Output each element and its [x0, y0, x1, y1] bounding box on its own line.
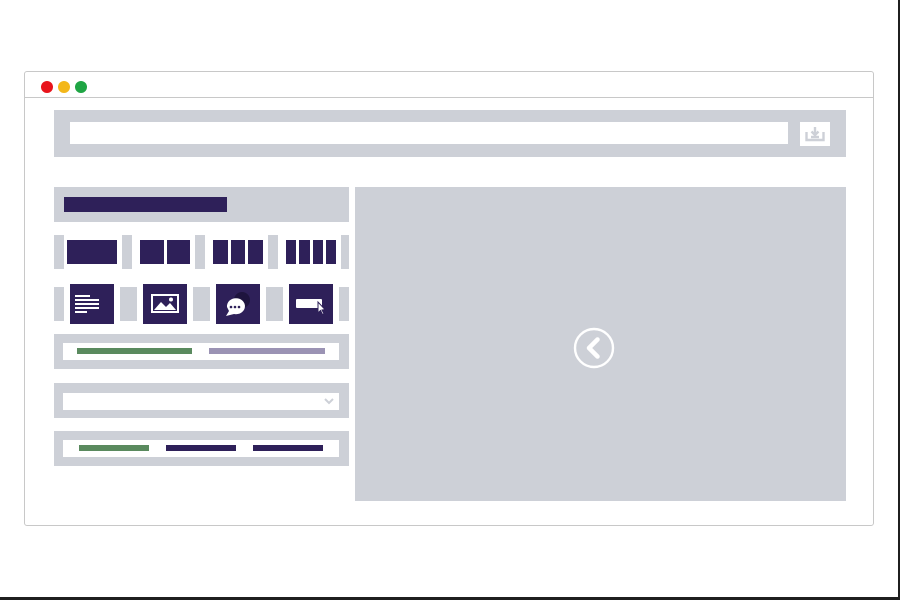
browser-window — [24, 71, 874, 526]
tool-separator — [120, 287, 137, 321]
layout-option-one-column[interactable] — [67, 240, 117, 264]
layout-separator — [268, 235, 278, 269]
color-swatch-track — [63, 343, 339, 360]
text-lines-icon — [75, 295, 99, 313]
image-tool-button[interactable] — [143, 284, 187, 324]
panel-title — [64, 197, 227, 212]
text-tool-button[interactable] — [70, 284, 114, 324]
chat-tool-button[interactable] — [216, 284, 260, 324]
download-tray-icon — [805, 127, 825, 142]
preview-canvas — [355, 187, 846, 501]
tool-separator — [266, 287, 283, 321]
layout-option-two-columns[interactable] — [140, 240, 190, 264]
button-tool-button[interactable] — [289, 284, 333, 324]
tool-separator — [339, 287, 349, 321]
dropdown-panel — [54, 383, 349, 418]
layout-option-four-columns[interactable] — [286, 240, 336, 264]
color-swatch-green[interactable] — [79, 445, 149, 451]
chat-bubble-icon — [226, 292, 250, 316]
panel-header — [54, 187, 349, 222]
element-tools-row — [54, 284, 349, 324]
color-swatch-purple[interactable] — [253, 445, 323, 451]
maximize-window-button[interactable] — [75, 81, 87, 93]
layout-separator — [341, 235, 349, 269]
color-swatch-lavender[interactable] — [209, 348, 325, 354]
color-swatch-panel-2 — [54, 431, 349, 466]
layout-options-row — [54, 235, 349, 269]
window-titlebar — [25, 72, 873, 98]
color-swatch-track — [63, 440, 339, 457]
address-bar — [54, 110, 846, 157]
color-swatch-green[interactable] — [77, 348, 192, 354]
minimize-window-button[interactable] — [58, 81, 70, 93]
button-cursor-icon — [296, 299, 327, 316]
chevron-down-icon — [324, 398, 334, 405]
address-input[interactable] — [70, 122, 788, 144]
download-button[interactable] — [800, 122, 830, 146]
layout-separator — [195, 235, 205, 269]
tool-separator — [193, 287, 210, 321]
close-window-button[interactable] — [41, 81, 53, 93]
color-swatch-panel-1 — [54, 334, 349, 369]
tool-separator — [54, 287, 64, 321]
style-select[interactable] — [63, 393, 339, 410]
image-icon — [151, 294, 179, 313]
layout-separator — [122, 235, 132, 269]
layout-separator — [54, 235, 64, 269]
chevron-left-circle-icon[interactable] — [573, 327, 615, 369]
color-swatch-purple[interactable] — [166, 445, 236, 451]
layout-option-three-columns[interactable] — [213, 240, 264, 264]
